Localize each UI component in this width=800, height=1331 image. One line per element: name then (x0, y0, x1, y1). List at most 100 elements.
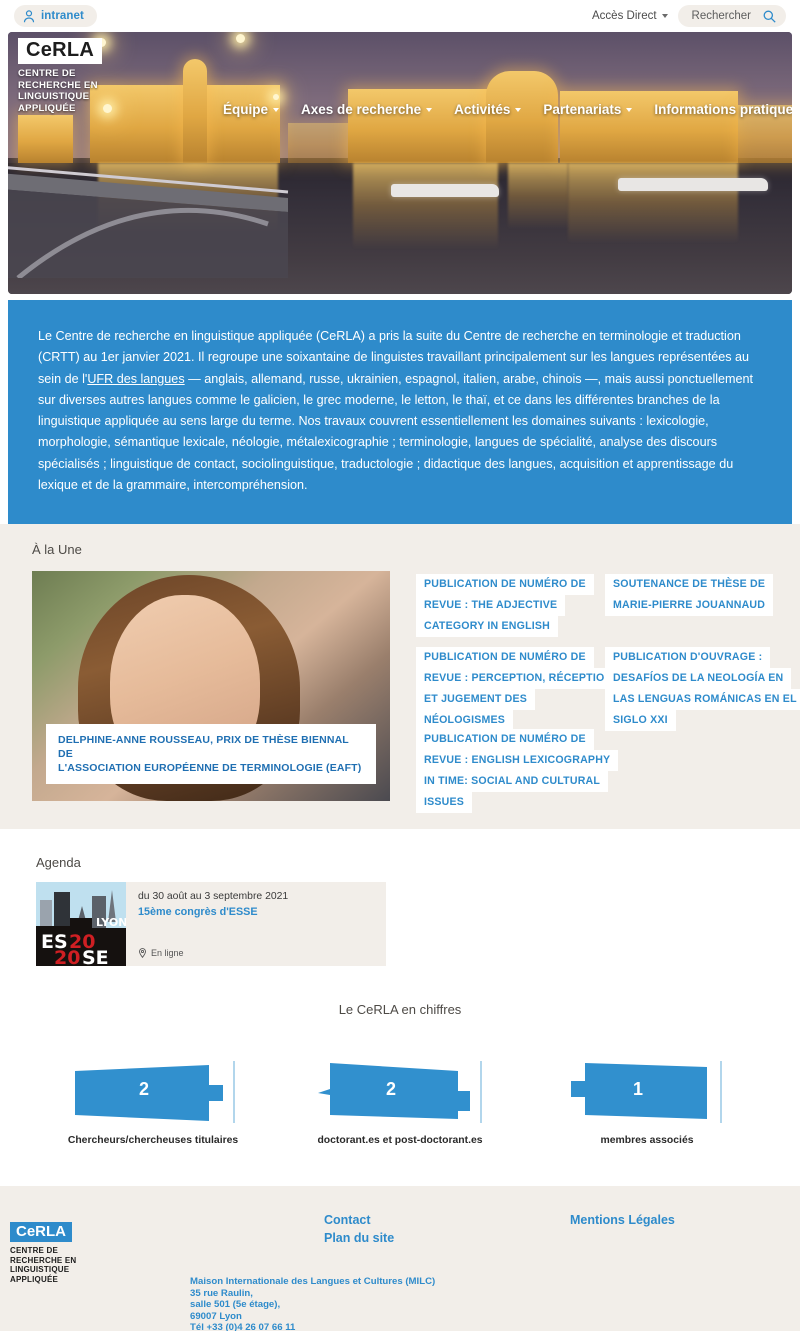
intro-section: Le Centre de recherche en linguistique a… (0, 294, 800, 525)
hero-boat (618, 178, 768, 191)
nav-item-activites[interactable]: Activités (454, 102, 522, 117)
news-line: DESAFÍOS DE LA NEOLOGÍA EN (605, 668, 792, 690)
news-line: PUBLICATION D'OUVRAGE : (605, 647, 771, 669)
news-card-soutenance-these[interactable]: SOUTENANCE DE THÈSE DE MARIE-PIERRE JOUA… (605, 574, 774, 617)
acces-direct-label: Accès Direct (592, 10, 657, 22)
news-line: PUBLICATION DE NUMÉRO DE (416, 647, 594, 669)
footer-link-plan-du-site[interactable]: Plan du site (324, 1229, 394, 1247)
nav-label: Activités (454, 102, 511, 117)
nav-item-equipe[interactable]: Équipe (223, 102, 280, 117)
agenda-event-location: En ligne (138, 948, 184, 959)
news-line: CATEGORY IN ENGLISH (416, 616, 559, 638)
address-line: 69007 Lyon (190, 1310, 242, 1322)
stat-chercheurs: 2 Chercheurs/chercheuses titulaires (61, 1053, 246, 1146)
hero-bridge (8, 166, 289, 279)
stat-label: membres associés (600, 1135, 694, 1147)
chevron-down-icon (273, 107, 280, 112)
news-line: SIGLO XXI (605, 710, 676, 732)
site-logo[interactable]: CeRLA Centre de recherche en linguistiqu… (18, 38, 128, 114)
stat-shape: 2 (308, 1053, 493, 1125)
intranet-button[interactable]: intranet (14, 5, 97, 27)
news-card-desafios-neologia[interactable]: PUBLICATION D'OUVRAGE : DESAFÍOS DE LA N… (605, 647, 800, 732)
agenda-event-name[interactable]: 15ème congrès d'ESSE (138, 906, 386, 918)
nav-label: Partenariats (543, 102, 622, 117)
thumb-city: LYON (96, 916, 126, 929)
statistics-row: 2 Chercheurs/chercheuses titulaires 2 do… (0, 1053, 800, 1146)
logo-subtitle: Centre de recherche en linguistique appl… (18, 68, 98, 114)
news-card-perception-reception[interactable]: PUBLICATION DE NUMÉRO DE REVUE : PERCEPT… (416, 647, 621, 732)
hero-boat (391, 184, 499, 197)
agenda-title: Agenda (36, 855, 81, 871)
news-line: SOUTENANCE DE THÈSE DE (605, 574, 774, 596)
hero-reflection (568, 163, 738, 243)
location-pin-icon (138, 948, 147, 959)
address-line: Tél +33 (0)4 26 07 66 11 (190, 1322, 296, 1331)
hero-reflection (508, 163, 568, 229)
news-card-adjective-category[interactable]: PUBLICATION DE NUMÉRO DE REVUE : THE ADJ… (416, 574, 594, 638)
caption-line: DELPHINE-ANNE ROUSSEAU, PRIX DE THÈSE BI… (58, 734, 349, 761)
a-la-une-section: À la Une DELPHINE-ANNE ROUSSEAU, PRIX DE… (0, 524, 800, 830)
chevron-down-icon (661, 14, 668, 18)
statistics-section: Le CeRLA en chiffres 2 Chercheurs/cherch… (0, 992, 800, 1187)
footer-link-mentions-legales[interactable]: Mentions Légales (570, 1213, 675, 1227)
logo-mark: CeRLA (18, 38, 103, 64)
agenda-event-thumbnail: LYON ES 20 20 SE (36, 882, 126, 967)
search-icon[interactable] (763, 10, 776, 23)
news-line: ET JUGEMENT DES (416, 689, 536, 711)
footer-link-contact[interactable]: Contact (324, 1211, 394, 1229)
search-input[interactable]: Rechercher (677, 5, 786, 27)
news-card-english-lexicography[interactable]: PUBLICATION DE NUMÉRO DE REVUE : ENGLISH… (416, 729, 619, 814)
stat-label: Chercheurs/chercheuses titulaires (67, 1135, 239, 1147)
agenda-section: Agenda LYON ES 20 20 SE du 30 août au 3 … (0, 829, 800, 993)
agenda-event-date: du 30 août au 3 septembre 2021 (138, 891, 289, 903)
hero-street-lamp (273, 94, 279, 100)
nav-item-partenariats[interactable]: Partenariats (543, 102, 633, 117)
nav-label: Axes de recherche (301, 102, 422, 117)
stat-value: 2 (385, 1079, 396, 1100)
agenda-event-card[interactable]: LYON ES 20 20 SE du 30 août au 3 septemb… (36, 882, 386, 967)
chevron-down-icon (626, 107, 633, 112)
agenda-location-label: En ligne (151, 948, 184, 959)
chevron-down-icon (515, 107, 522, 112)
stat-label: doctorant.es et post-doctorant.es (317, 1135, 483, 1147)
nav-item-axes-de-recherche[interactable]: Axes de recherche (301, 102, 433, 117)
address-line: Maison Internationale des Langues et Cul… (190, 1276, 436, 1288)
a-la-une-title: À la Une (32, 542, 82, 558)
acces-direct-dropdown[interactable]: Accès Direct (592, 10, 668, 22)
footer-logo[interactable]: CeRLA Centre de recherche en linguistiqu… (10, 1222, 105, 1284)
nav-item-informations-pratiques[interactable]: Informations pratiques (654, 102, 792, 117)
news-card-grid: PUBLICATION DE NUMÉRO DE REVUE : THE ADJ… (408, 571, 800, 814)
news-line: PUBLICATION DE NUMÉRO DE (416, 729, 594, 751)
footer-links: Contact Plan du site (324, 1211, 394, 1247)
svg-text:20: 20 (54, 947, 80, 966)
footer-logo-mark: CeRLA (10, 1222, 73, 1243)
address-line: 35 rue Raulin, (190, 1287, 253, 1299)
stat-value: 2 (138, 1079, 149, 1100)
news-line: IN TIME: SOCIAL AND CULTURAL (416, 771, 609, 793)
intro-part2: — anglais, allemand, russe, ukrainien, e… (38, 371, 754, 493)
nav-label: Informations pratiques (654, 102, 792, 117)
news-line: MARIE-PIERRE JOUANNAUD (605, 595, 774, 617)
statistics-title: Le CeRLA en chiffres (338, 1002, 462, 1018)
hero-banner: CeRLA Centre de recherche en linguistiqu… (8, 32, 792, 294)
hero-reflection (353, 163, 498, 249)
site-footer: CeRLA Centre de recherche en linguistiqu… (0, 1186, 800, 1331)
hero-building (348, 89, 498, 163)
news-line: NÉOLOGISMES (416, 710, 514, 732)
caption-line: L'ASSOCIATION EUROPÉENNE DE TERMINOLOGIE… (58, 762, 362, 775)
esse-lyon-logo: LYON ES 20 20 SE (36, 882, 126, 967)
topbar-right-group: Accès Direct Rechercher (592, 5, 786, 27)
chevron-down-icon (426, 107, 433, 112)
main-navigation: Équipe Axes de recherche Activités Parte… (223, 102, 792, 117)
agenda-event-info: du 30 août au 3 septembre 2021 15ème con… (126, 882, 386, 966)
search-placeholder: Rechercher (691, 10, 751, 22)
address-line: salle 501 (5e étage), (190, 1299, 281, 1311)
svg-text:SE: SE (82, 947, 109, 966)
nav-label: Équipe (223, 102, 269, 117)
featured-news-card[interactable]: DELPHINE-ANNE ROUSSEAU, PRIX DE THÈSE BI… (32, 571, 390, 802)
stat-value: 1 (632, 1079, 643, 1100)
news-line: ISSUES (416, 792, 473, 814)
a-la-une-body: DELPHINE-ANNE ROUSSEAU, PRIX DE THÈSE BI… (0, 571, 800, 814)
footer-legal: Mentions Légales (570, 1211, 675, 1229)
intro-link-ufr[interactable]: UFR des langues (87, 372, 184, 386)
